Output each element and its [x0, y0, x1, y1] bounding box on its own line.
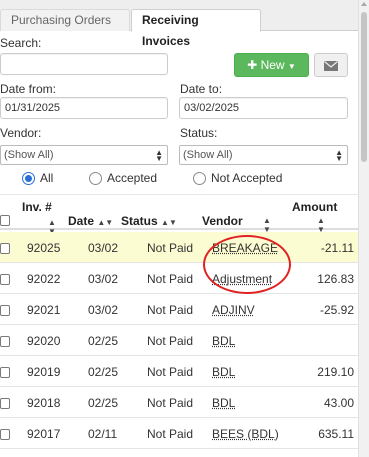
- vendor-label: Vendor:: [0, 126, 42, 140]
- vendor-link[interactable]: BDL: [212, 396, 235, 410]
- column-status[interactable]: Status ▲▼: [121, 214, 177, 228]
- payment-status: Not Paid: [147, 334, 194, 348]
- invoice-date: 02/11: [88, 427, 118, 441]
- vendor-link[interactable]: ADJINV: [212, 303, 255, 317]
- search-label: Search:: [0, 36, 42, 50]
- column-amount[interactable]: Amount: [292, 200, 337, 214]
- select-arrows-icon: ▲ ▼: [155, 148, 163, 163]
- select-all-checkbox[interactable]: [0, 215, 10, 226]
- row-checkbox[interactable]: [0, 305, 10, 316]
- amount: -25.92: [319, 303, 354, 317]
- payment-status: Not Paid: [147, 303, 194, 317]
- row-checkbox[interactable]: [0, 243, 10, 254]
- new-button[interactable]: ✚ New ▼: [234, 53, 309, 77]
- search-input[interactable]: [0, 53, 168, 75]
- plus-icon: ✚: [247, 58, 258, 72]
- table-row[interactable]: 92021 03/02 Not Paid ADJINV -25.92: [0, 294, 358, 325]
- row-checkbox[interactable]: [0, 429, 10, 440]
- row-checkbox[interactable]: [0, 367, 10, 378]
- radio-all[interactable]: [22, 172, 35, 185]
- invoice-date: 02/25: [88, 365, 119, 379]
- column-status-label: Status: [121, 214, 158, 228]
- inv-number: 92018: [27, 396, 61, 410]
- date-to-label: Date to:: [180, 82, 223, 96]
- scrollbar[interactable]: [358, 0, 369, 457]
- payment-status: Not Paid: [147, 241, 194, 255]
- caret-down-icon: ▼: [287, 62, 296, 71]
- annotation-circle: [203, 235, 291, 294]
- status-select[interactable]: (Show All) ▲ ▼: [179, 145, 348, 165]
- new-button-label: New: [260, 58, 285, 72]
- status-label: Status:: [180, 126, 218, 140]
- date-to-input[interactable]: 03/02/2025: [179, 97, 348, 119]
- sort-icon: ▲▼: [161, 218, 177, 227]
- envelope-icon: [324, 60, 338, 71]
- amount: 43.00: [323, 396, 354, 410]
- table-row[interactable]: 92020 02/25 Not Paid BDL: [0, 325, 358, 356]
- column-inv[interactable]: Inv. #: [22, 200, 52, 214]
- invoice-date: 03/02: [88, 241, 119, 255]
- payment-status: Not Paid: [147, 396, 194, 410]
- radio-not-accepted[interactable]: [193, 172, 206, 185]
- row-checkbox[interactable]: [0, 336, 10, 347]
- column-date-label: Date: [68, 214, 95, 228]
- table-row[interactable]: 92022 03/02 Not Paid Adjustment 126.83: [0, 263, 358, 294]
- vendor-link[interactable]: BEES (BDL): [212, 427, 279, 441]
- payment-status: Not Paid: [147, 272, 194, 286]
- table-row[interactable]: 92025 03/02 Not Paid BREAKAGE -21.11: [0, 232, 358, 263]
- vendor-link[interactable]: BDL: [212, 365, 235, 379]
- table-row[interactable]: 92019 02/25 Not Paid BDL 219.10: [0, 356, 358, 387]
- radio-accepted-label: Accepted: [107, 171, 158, 185]
- mail-button[interactable]: [314, 53, 348, 77]
- amount: 635.11: [318, 427, 354, 441]
- tab-purchasing-orders[interactable]: Purchasing Orders: [0, 9, 130, 31]
- amount: 126.83: [317, 272, 354, 286]
- column-date[interactable]: Date ▲▼: [68, 214, 113, 228]
- row-checkbox[interactable]: [0, 398, 10, 409]
- inv-number: 92025: [27, 241, 61, 255]
- column-vendor[interactable]: Vendor: [202, 214, 243, 228]
- table-row[interactable]: 92017 02/11 Not Paid BEES (BDL) 635.11: [0, 418, 358, 449]
- amount: 219.10: [317, 365, 354, 379]
- inv-number: 92017: [27, 427, 61, 441]
- amount: -21.11: [320, 241, 354, 255]
- column-vendor-label: Vendor: [202, 214, 243, 228]
- date-from-label: Date from:: [0, 82, 57, 96]
- sort-icon: ▲▼: [97, 218, 114, 227]
- vendor-select-value: (Show All): [4, 149, 54, 161]
- inv-number: 92022: [27, 272, 61, 286]
- date-from-input[interactable]: 01/31/2025: [0, 97, 168, 119]
- inv-number: 92019: [27, 365, 61, 379]
- vendor-select[interactable]: (Show All) ▲ ▼: [0, 145, 168, 165]
- radio-all-label: All: [40, 171, 54, 185]
- radio-accepted[interactable]: [89, 172, 102, 185]
- invoice-date: 03/02: [88, 303, 119, 317]
- row-checkbox[interactable]: [0, 274, 10, 285]
- scroll-thumb[interactable]: [361, 12, 367, 162]
- table-row[interactable]: 92018 02/25 Not Paid BDL 43.00: [0, 387, 358, 418]
- payment-status: Not Paid: [147, 365, 194, 379]
- table-header: Inv. # Date ▲▼ Status ▲▼ Vendor ▲ ▼ Amoun…: [0, 194, 358, 236]
- scroll-up-arrow-icon[interactable]: [361, 2, 367, 6]
- invoice-date: 02/25: [88, 396, 119, 410]
- vendor-link[interactable]: BDL: [212, 334, 235, 348]
- invoice-date: 02/25: [88, 334, 119, 348]
- invoice-date: 03/02: [88, 272, 119, 286]
- tab-bar: Purchasing Orders Receiving Invoices: [0, 0, 358, 48]
- status-select-value: (Show All): [183, 149, 233, 161]
- select-arrows-icon: ▲ ▼: [335, 148, 343, 163]
- payment-status: Not Paid: [147, 427, 194, 441]
- inv-number: 92021: [27, 303, 61, 317]
- inv-number: 92020: [27, 334, 61, 348]
- tab-receiving-invoices[interactable]: Receiving Invoices: [131, 9, 261, 48]
- radio-not-accepted-label: Not Accepted: [211, 171, 283, 185]
